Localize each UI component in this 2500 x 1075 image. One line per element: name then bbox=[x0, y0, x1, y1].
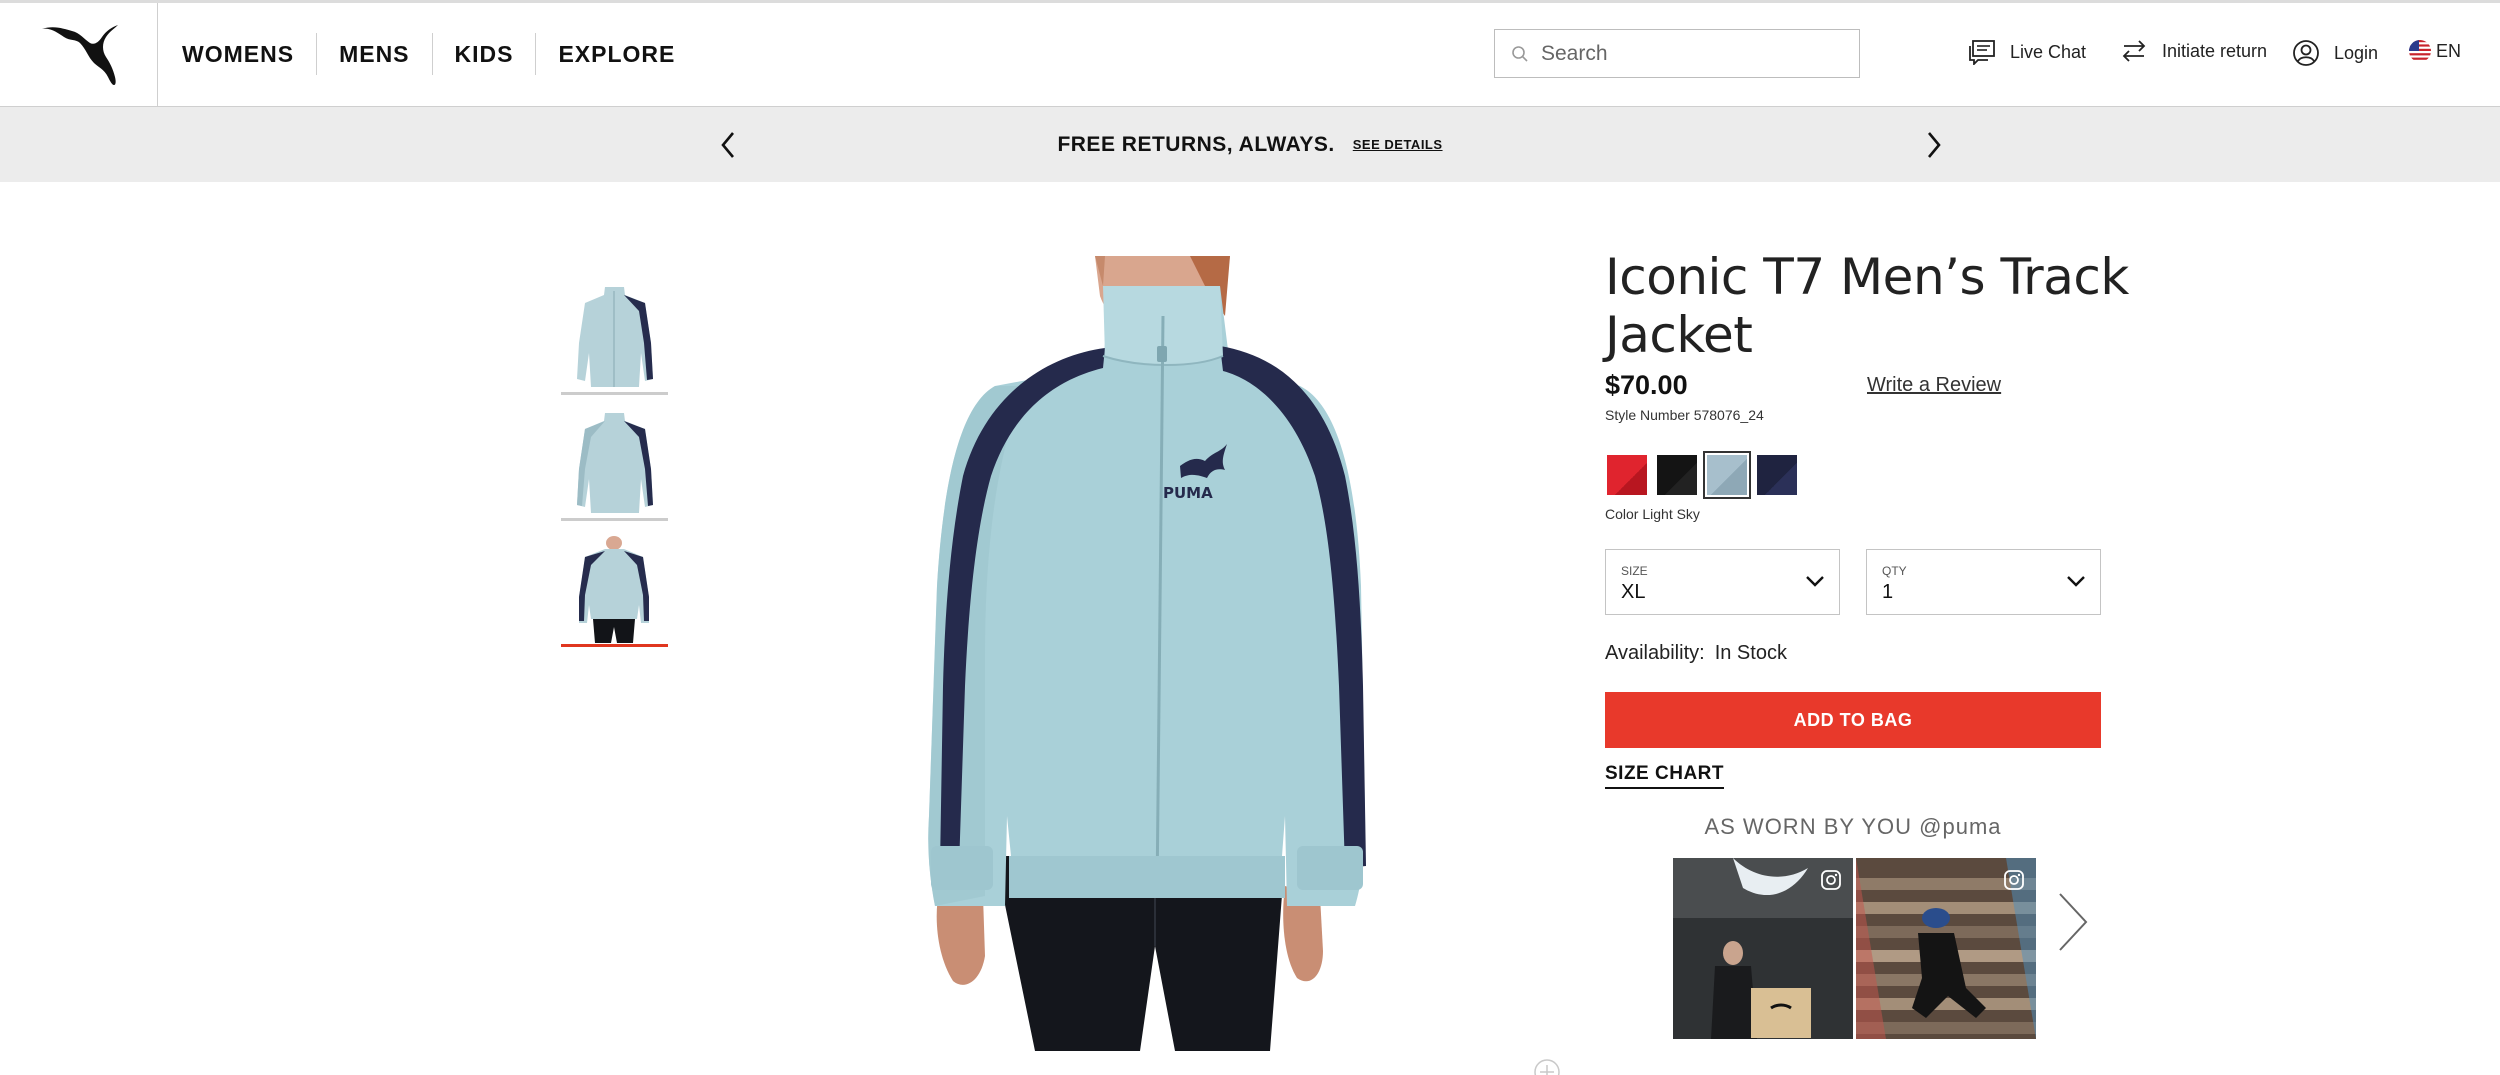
promo-text: FREE RETURNS, ALWAYS. bbox=[1057, 132, 1335, 156]
nav-mens[interactable]: MENS bbox=[316, 33, 431, 75]
search-box bbox=[1494, 29, 1860, 78]
promo-banner: FREE RETURNS, ALWAYS. SEE DETAILS bbox=[0, 107, 2500, 182]
thumbnail-indicator bbox=[561, 518, 668, 521]
color-swatch-black[interactable] bbox=[1657, 455, 1697, 495]
selected-color-label: Color Light Sky bbox=[1605, 506, 1700, 522]
puma-logo bbox=[42, 25, 118, 85]
initiate-return-label: Initiate return bbox=[2162, 40, 2268, 61]
color-swatch-red[interactable] bbox=[1607, 455, 1647, 495]
nav-explore[interactable]: EXPLORE bbox=[535, 33, 697, 75]
main-product-image[interactable]: PUMA bbox=[925, 256, 1385, 1051]
jacket-front-thumbnail-image bbox=[577, 287, 653, 387]
nav-kids[interactable]: KIDS bbox=[431, 33, 536, 75]
login-link[interactable]: Login bbox=[2292, 39, 2378, 67]
product-thumbnail[interactable] bbox=[561, 283, 668, 395]
zoom-icon[interactable] bbox=[1533, 1058, 1561, 1075]
qty-select[interactable]: QTY 1 bbox=[1866, 549, 2101, 615]
login-label: Login bbox=[2334, 42, 2379, 63]
color-swatch-light-sky[interactable] bbox=[1703, 451, 1751, 499]
chevron-right-icon[interactable] bbox=[1924, 129, 1944, 161]
jacket-back-thumbnail-image bbox=[577, 413, 653, 513]
jacket-model-thumbnail-image bbox=[579, 536, 649, 643]
live-chat-link[interactable]: Live Chat bbox=[1968, 39, 2086, 65]
instagram-icon bbox=[1821, 870, 1841, 890]
ugc-title: AS WORN BY YOU @puma bbox=[1704, 814, 2002, 839]
chat-icon bbox=[1969, 40, 1995, 65]
initiate-return-link[interactable]: Initiate return bbox=[2120, 39, 2267, 63]
chevron-right-icon[interactable] bbox=[2056, 890, 2090, 954]
logo-link[interactable] bbox=[0, 3, 158, 106]
search-input[interactable] bbox=[1539, 40, 1843, 67]
availability-label: Availability: bbox=[1605, 642, 1705, 664]
live-chat-label: Live Chat bbox=[2010, 41, 2087, 62]
qty-label: QTY bbox=[1882, 564, 1907, 578]
write-review-link[interactable]: Write a Review bbox=[1867, 374, 2001, 397]
size-value: XL bbox=[1621, 581, 1646, 603]
language-label: EN bbox=[2436, 40, 2462, 61]
search-icon bbox=[1512, 45, 1528, 62]
return-icon bbox=[2122, 40, 2146, 62]
site-header: WOMENS MENS KIDS EXPLORE Live Chat Initi… bbox=[0, 3, 2500, 107]
product-thumbnail-active[interactable] bbox=[561, 535, 668, 647]
product-title: Iconic T7 Men’s Track Jacket bbox=[1605, 248, 2129, 364]
availability: Availability: In Stock bbox=[1605, 642, 1787, 665]
us-flag-icon bbox=[2409, 40, 2431, 62]
size-label: SIZE bbox=[1621, 564, 1648, 578]
thumbnail-indicator bbox=[561, 392, 668, 395]
ugc-photo[interactable] bbox=[1673, 858, 1853, 1039]
instagram-icon bbox=[2004, 870, 2024, 890]
chevron-down-icon bbox=[1806, 576, 1824, 587]
color-swatch-navy[interactable] bbox=[1757, 455, 1797, 495]
add-to-bag-button[interactable]: ADD TO BAG bbox=[1605, 692, 2101, 748]
style-number: Style Number 578076_24 bbox=[1605, 407, 1764, 423]
svg-text:PUMA: PUMA bbox=[1163, 484, 1213, 502]
product-price: $70.00 bbox=[1605, 370, 1688, 400]
main-nav: WOMENS MENS KIDS EXPLORE bbox=[182, 33, 697, 75]
chevron-left-icon[interactable] bbox=[718, 129, 738, 161]
language-selector[interactable]: EN bbox=[2408, 39, 2461, 63]
promo-content: FREE RETURNS, ALWAYS. SEE DETAILS bbox=[0, 107, 2500, 182]
nav-womens[interactable]: WOMENS bbox=[182, 33, 316, 75]
product-thumbnail[interactable] bbox=[561, 409, 668, 521]
qty-value: 1 bbox=[1882, 581, 1894, 603]
ugc-photo[interactable] bbox=[1856, 858, 2036, 1039]
user-icon bbox=[2293, 40, 2319, 66]
availability-value: In Stock bbox=[1714, 642, 1787, 664]
chevron-down-icon bbox=[2067, 576, 2085, 587]
size-select[interactable]: SIZE XL bbox=[1605, 549, 1840, 615]
thumbnail-indicator-active bbox=[561, 644, 668, 647]
size-chart-link[interactable]: SIZE CHART bbox=[1605, 763, 1724, 789]
promo-see-details-link[interactable]: SEE DETAILS bbox=[1353, 137, 1443, 152]
